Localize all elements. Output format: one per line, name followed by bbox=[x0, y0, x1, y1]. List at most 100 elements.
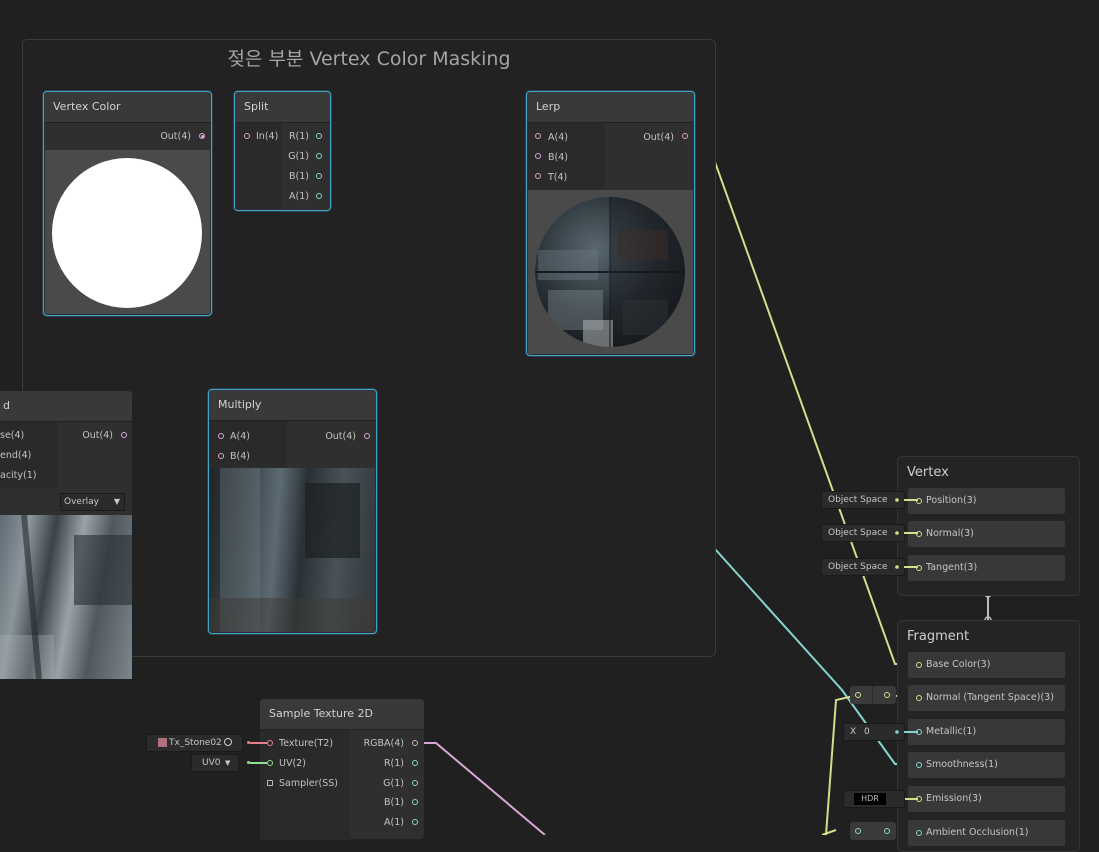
object-picker-icon[interactable] bbox=[224, 738, 232, 746]
fragment-slot-emission[interactable]: Emission(3) bbox=[908, 786, 1065, 812]
output-pin[interactable] bbox=[884, 828, 890, 834]
output-pin[interactable] bbox=[121, 432, 127, 438]
space-label: Object Space bbox=[828, 562, 888, 572]
fragment-slot-normal[interactable]: Normal (Tangent Space)(3) bbox=[908, 685, 1065, 711]
lerp-node[interactable]: Lerp A(4) B(4) T(4) Out(4) bbox=[526, 91, 695, 356]
slot-label: Position(3) bbox=[926, 495, 977, 506]
input-pin[interactable] bbox=[916, 565, 922, 571]
axis-label: X bbox=[850, 727, 857, 737]
fragment-slot-ambient-occlusion[interactable]: Ambient Occlusion(1) bbox=[908, 820, 1065, 846]
output-pin[interactable] bbox=[884, 692, 890, 698]
port-out-g: G(1) bbox=[383, 778, 404, 789]
port-out: Out(4) bbox=[325, 431, 356, 442]
input-pin[interactable] bbox=[916, 729, 922, 735]
pin-core bbox=[200, 134, 204, 138]
fragment-slot-metallic[interactable]: Metallic(1) bbox=[908, 719, 1065, 745]
input-pin-a[interactable] bbox=[218, 433, 224, 439]
vertex-slot-tangent[interactable]: Tangent(3) bbox=[908, 555, 1065, 581]
white-sphere-preview bbox=[52, 158, 202, 308]
output-pin-g[interactable] bbox=[412, 780, 418, 786]
input-pin[interactable] bbox=[916, 695, 922, 701]
input-pin[interactable] bbox=[855, 828, 861, 834]
split-node[interactable]: Split In(4) R(1) G(1) B(1) A(1) bbox=[234, 91, 331, 211]
node-title: Sample Texture 2D bbox=[260, 699, 424, 730]
output-pin-a[interactable] bbox=[316, 193, 322, 199]
port-out-a: A(1) bbox=[289, 191, 309, 202]
tangent-space-field[interactable]: Object Space bbox=[821, 558, 905, 576]
group-title[interactable]: 젖은 부분 Vertex Color Masking bbox=[23, 44, 715, 71]
port-out-rgba: RGBA(4) bbox=[363, 738, 404, 749]
fragment-slot-smoothness[interactable]: Smoothness(1) bbox=[908, 752, 1065, 778]
reroute-divider bbox=[872, 686, 873, 704]
port-out-r: R(1) bbox=[383, 758, 404, 769]
port-in-t: T(4) bbox=[548, 172, 568, 183]
output-pin-a[interactable] bbox=[412, 819, 418, 825]
position-space-field[interactable]: Object Space bbox=[821, 491, 905, 509]
input-pin-sampler[interactable] bbox=[267, 780, 273, 786]
input-pin-uv[interactable] bbox=[267, 760, 273, 766]
wire-sample-rgba bbox=[416, 742, 546, 835]
blend-mode-dropdown[interactable]: Overlay ▼ bbox=[60, 493, 125, 511]
slot-label: Emission(3) bbox=[926, 793, 982, 804]
port-in-blend: end(4) bbox=[0, 450, 32, 461]
fragment-block[interactable]: Fragment Base Color(3) Normal (Tangent S… bbox=[897, 620, 1080, 852]
input-pin-t[interactable] bbox=[535, 173, 541, 179]
output-pin[interactable] bbox=[364, 433, 370, 439]
wire-ao-in bbox=[821, 829, 837, 835]
hdr-swatch: HDR bbox=[854, 793, 886, 805]
output-pin-b[interactable] bbox=[316, 173, 322, 179]
block-title: Fragment bbox=[907, 629, 970, 644]
ao-reroute-node[interactable] bbox=[850, 822, 896, 840]
input-pin[interactable] bbox=[855, 692, 861, 698]
emission-color-field[interactable]: HDR bbox=[843, 790, 905, 808]
vertex-slot-position[interactable]: Position(3) bbox=[908, 488, 1065, 514]
fragment-slot-base-color[interactable]: Base Color(3) bbox=[908, 652, 1065, 678]
texture-asset-field[interactable]: Tx_Stone02 bbox=[146, 734, 250, 752]
input-pin-b[interactable] bbox=[218, 453, 224, 459]
port-in: In(4) bbox=[256, 131, 279, 142]
input-pin[interactable] bbox=[244, 133, 250, 139]
uv-channel-value: UV0 bbox=[202, 758, 221, 768]
slot-label: Normal (Tangent Space)(3) bbox=[926, 692, 1054, 703]
slot-label: Ambient Occlusion(1) bbox=[926, 827, 1029, 838]
uv-channel-dropdown[interactable]: UV0 ▼ bbox=[191, 754, 239, 772]
node-title: d bbox=[0, 391, 132, 422]
port-out-r: R(1) bbox=[288, 131, 309, 142]
input-pin[interactable] bbox=[916, 662, 922, 668]
wire-lerp-basecolor bbox=[685, 136, 918, 665]
input-pin[interactable] bbox=[916, 830, 922, 836]
vertex-color-node[interactable]: Vertex Color Out(4) bbox=[43, 91, 212, 316]
output-pin-b[interactable] bbox=[412, 799, 418, 805]
vertex-slot-normal[interactable]: Normal(3) bbox=[908, 521, 1065, 547]
slot-label: Tangent(3) bbox=[926, 562, 978, 573]
output-pin[interactable] bbox=[682, 133, 688, 139]
space-label: Object Space bbox=[828, 528, 888, 538]
output-pin-r[interactable] bbox=[316, 133, 322, 139]
slot-label: Metallic(1) bbox=[926, 726, 977, 737]
input-pin-a[interactable] bbox=[535, 133, 541, 139]
metallic-value-field[interactable]: X 0 bbox=[843, 723, 905, 741]
sample-texture-node[interactable]: Sample Texture 2D Texture(T2) UV(2) Samp… bbox=[260, 699, 424, 840]
input-pin[interactable] bbox=[916, 762, 922, 768]
output-pin-r[interactable] bbox=[412, 760, 418, 766]
preview-image bbox=[210, 468, 375, 632]
node-title: Vertex Color bbox=[44, 92, 211, 123]
output-pin-rgba[interactable] bbox=[412, 740, 418, 746]
vertex-block[interactable]: Vertex Position(3) Normal(3) Tangent(3) bbox=[897, 456, 1080, 596]
multiply-node[interactable]: Multiply A(4) B(4) Out(4) bbox=[208, 389, 377, 634]
normal-space-field[interactable]: Object Space bbox=[821, 524, 905, 542]
port-out-g: G(1) bbox=[288, 151, 309, 162]
input-pin[interactable] bbox=[916, 531, 922, 537]
output-pin-g[interactable] bbox=[316, 153, 322, 159]
input-pin-b[interactable] bbox=[535, 153, 541, 159]
port-in-base: se(4) bbox=[0, 430, 25, 441]
input-pin-texture[interactable] bbox=[267, 740, 273, 746]
input-pin[interactable] bbox=[916, 498, 922, 504]
chevron-down-icon: ▼ bbox=[225, 759, 231, 767]
preview-image bbox=[528, 190, 693, 354]
metallic-value: 0 bbox=[864, 727, 870, 737]
wire-normal-in bbox=[825, 694, 859, 835]
normal-reroute-node[interactable] bbox=[850, 686, 896, 704]
blend-node[interactable]: d se(4) end(4) acity(1) Out(4) Overlay ▼ bbox=[0, 391, 132, 680]
input-pin[interactable] bbox=[916, 796, 922, 802]
